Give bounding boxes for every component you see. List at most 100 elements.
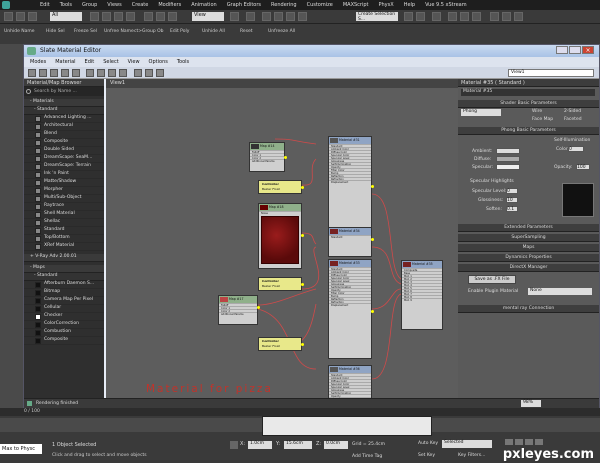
material-list-item[interactable]: Double Sided xyxy=(24,147,104,155)
maps-section-header[interactable]: - Maps xyxy=(24,265,104,273)
manipulate-icon[interactable] xyxy=(246,12,255,21)
materials-section-header[interactable]: - Materials xyxy=(24,99,104,107)
set-key-button[interactable]: Set Key xyxy=(418,453,435,458)
gloss-value[interactable]: 10 xyxy=(506,197,518,203)
menu-views[interactable]: Views xyxy=(107,2,121,8)
node-slot[interactable]: Displacement xyxy=(329,180,371,184)
show-bg-icon[interactable] xyxy=(97,69,105,77)
node-slot[interactable]: Mat. 9 xyxy=(402,298,442,302)
map-list-item[interactable]: Combustion xyxy=(24,329,104,337)
rollout-directx[interactable]: DirectX Manager xyxy=(458,264,599,272)
pivot-icon[interactable] xyxy=(230,12,239,21)
material-list-item[interactable]: Composite xyxy=(24,139,104,147)
window-cross-icon[interactable] xyxy=(126,12,135,21)
node-map-18[interactable]: Map #18 Noise xyxy=(258,203,304,269)
select-by-name-icon[interactable] xyxy=(102,12,111,21)
standard-section-header[interactable]: - Standard xyxy=(24,107,104,115)
pick-material-icon[interactable] xyxy=(39,69,47,77)
node-material-33[interactable]: Material #33 Standard Ambient Color Diffu… xyxy=(328,259,374,359)
edit-poly-button[interactable]: Edit Poly xyxy=(170,29,189,34)
maps-standard-header[interactable]: - Standard xyxy=(24,273,104,281)
material-list-item[interactable]: Morpher xyxy=(24,187,104,195)
rect-select-icon[interactable] xyxy=(114,12,123,21)
menu-help[interactable]: Help xyxy=(404,2,415,8)
node-controller-2[interactable]: Controller Bezier Float xyxy=(258,277,304,291)
reference-coord-dropdown[interactable]: View xyxy=(192,12,224,21)
unfreeze-all-button[interactable]: Unfreeze All xyxy=(268,29,295,34)
viewport-left-strip[interactable] xyxy=(0,44,23,414)
map-list-item[interactable]: Cellular xyxy=(24,305,104,313)
unhide-name-button[interactable]: Unhide Name xyxy=(4,29,35,34)
map-list-item[interactable]: Afterburn Daemon S... xyxy=(24,281,104,289)
render-icon[interactable] xyxy=(514,12,523,21)
editor-menu-tools[interactable]: Tools xyxy=(177,59,189,65)
rollout-dynamics[interactable]: Dynamics Properties xyxy=(458,254,599,262)
delete-icon[interactable] xyxy=(72,69,80,77)
output-pin-icon[interactable] xyxy=(257,306,260,309)
select-tool-icon[interactable] xyxy=(28,69,36,77)
scale-icon[interactable] xyxy=(168,12,177,21)
assign-material-icon[interactable] xyxy=(61,69,69,77)
layout-children-icon[interactable] xyxy=(119,69,127,77)
snap-icon[interactable] xyxy=(262,12,271,21)
material-list-item[interactable]: Architectural xyxy=(24,123,104,131)
play-icon[interactable] xyxy=(525,439,533,445)
align-icon[interactable] xyxy=(416,12,425,21)
prev-frame-icon[interactable] xyxy=(515,439,523,445)
rollout-mental-ray[interactable]: mental ray Connection xyxy=(458,305,599,313)
material-list-item[interactable]: Advanced Lighting ... xyxy=(24,115,104,123)
mirror-icon[interactable] xyxy=(404,12,413,21)
output-pin-icon[interactable] xyxy=(301,234,304,237)
rollout-phong-basic[interactable]: Phong Basic Parameters xyxy=(458,127,599,135)
select-icon[interactable] xyxy=(90,12,99,21)
render-setup-icon[interactable] xyxy=(490,12,499,21)
unfreeze-name-button[interactable]: Unfree Name xyxy=(104,29,134,34)
output-pin-icon[interactable] xyxy=(301,283,304,286)
y-coord-field[interactable]: 15.6cm xyxy=(284,441,312,449)
show-map-icon[interactable] xyxy=(86,69,94,77)
face-map-checkbox[interactable]: Face Map xyxy=(532,117,553,122)
maximize-button[interactable] xyxy=(569,46,581,54)
material-list-item[interactable]: Multi/Sub-Object xyxy=(24,195,104,203)
node-view[interactable]: View1 Map #14 Falloff Color 1 Color 2 Ad… xyxy=(106,79,458,425)
material-list-item[interactable]: XRef Material xyxy=(24,243,104,251)
opacity-value[interactable]: 100 xyxy=(576,164,590,170)
selection-filter-dropdown[interactable]: All xyxy=(50,12,82,21)
material-list-item[interactable]: Top/Bottom xyxy=(24,235,104,243)
time-slider[interactable]: 0 / 100 xyxy=(0,408,600,416)
reset-button[interactable]: Reset xyxy=(240,29,253,34)
output-pin-icon[interactable] xyxy=(371,185,374,188)
material-list-item[interactable]: Standard xyxy=(24,227,104,235)
browser-search[interactable]: Search by Name ... xyxy=(24,87,104,96)
menu-create[interactable]: Create xyxy=(132,2,149,8)
output-pin-icon[interactable] xyxy=(371,310,374,313)
rollout-shader-basic[interactable]: Shader Basic Parameters xyxy=(458,100,599,108)
rollout-supersampling[interactable]: SuperSampling xyxy=(458,234,599,242)
move-icon[interactable] xyxy=(144,12,153,21)
x-coord-field[interactable]: 1.0cm xyxy=(248,441,272,449)
layer-icon[interactable] xyxy=(432,12,441,21)
menu-customize[interactable]: Customize xyxy=(307,2,333,8)
map-list-item[interactable]: Camera Map Per Pixel xyxy=(24,297,104,305)
map-list-item[interactable]: Composite xyxy=(24,337,104,345)
editor-menu-modes[interactable]: Modes xyxy=(30,59,46,65)
view-dropdown[interactable]: View1 xyxy=(508,69,594,77)
menu-edit[interactable]: Edit xyxy=(40,2,50,8)
output-pin-icon[interactable] xyxy=(371,238,374,241)
enable-plugin-checkbox[interactable]: Enable Plugin Material xyxy=(468,289,518,294)
material-list-item[interactable]: Blend xyxy=(24,131,104,139)
diffuse-color-swatch[interactable] xyxy=(496,156,520,162)
map-list-item[interactable]: Checker xyxy=(24,313,104,321)
parameter-editor-icon[interactable] xyxy=(145,69,153,77)
map-list-item[interactable]: Bitmap xyxy=(24,289,104,297)
rollout-extended[interactable]: Extended Parameters xyxy=(458,224,599,232)
link-icon[interactable] xyxy=(28,12,37,21)
close-button[interactable]: × xyxy=(582,46,594,54)
material-editor-icon[interactable] xyxy=(472,12,481,21)
map-list-item[interactable]: ColorCorrection xyxy=(24,321,104,329)
shader-dropdown[interactable]: Phong xyxy=(461,109,501,116)
menu-rendering[interactable]: Rendering xyxy=(271,2,297,8)
material-list-item[interactable]: DreamScape: Terrain xyxy=(24,163,104,171)
node-map-14[interactable]: Map #14 Falloff Color 1 Color 2 Addition… xyxy=(249,142,287,172)
schematic-icon[interactable] xyxy=(460,12,469,21)
